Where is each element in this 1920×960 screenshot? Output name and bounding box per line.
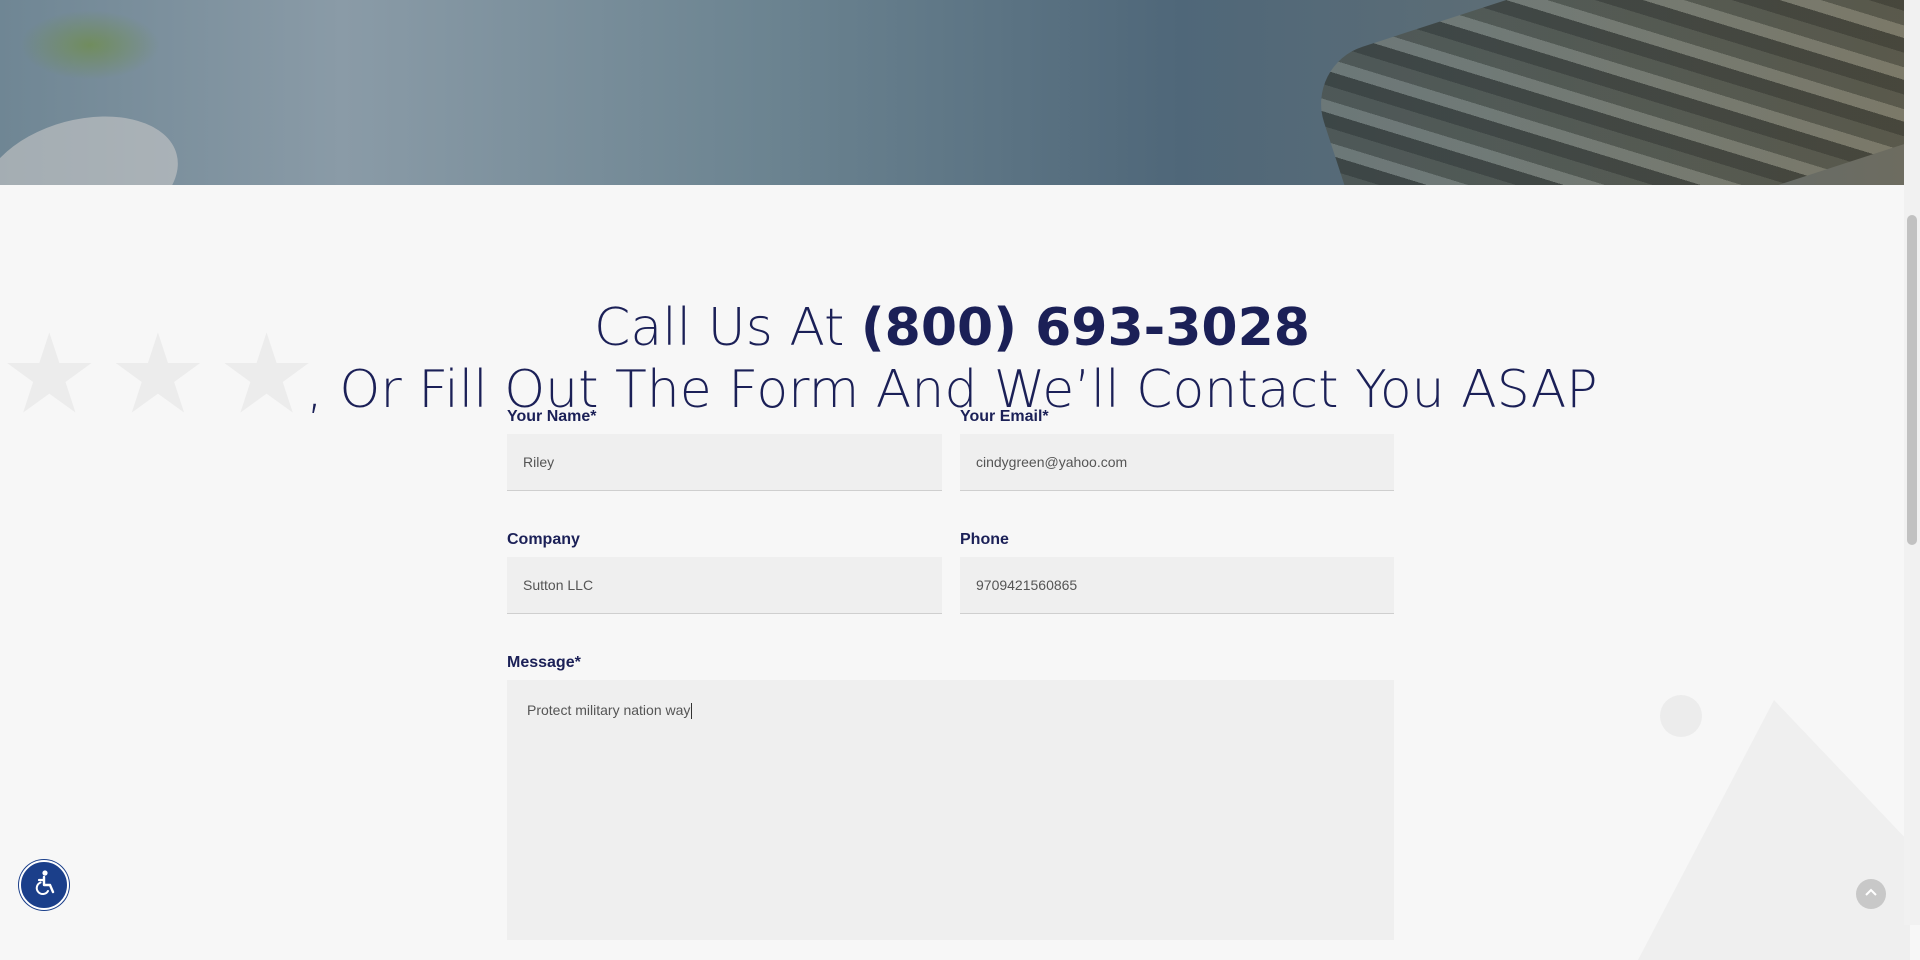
message-label-text: Message (507, 654, 575, 671)
decorative-flag-finial (1660, 695, 1702, 737)
decorative-flag (1638, 700, 1910, 960)
message-textarea-value: Protect military nation way (527, 702, 691, 718)
scroll-to-top-button[interactable] (1856, 879, 1886, 909)
name-label-text: Your Name (507, 408, 591, 425)
email-label-text: Your Email (960, 408, 1043, 425)
phone-input-value: 9709421560865 (976, 577, 1078, 593)
phone-label-text: Phone (960, 531, 1009, 548)
phone-input[interactable]: 9709421560865 (960, 557, 1394, 614)
name-label: Your Name* (507, 408, 597, 426)
phone-label: Phone (960, 531, 1009, 549)
message-label: Message* (507, 654, 581, 672)
name-input-value: Riley (523, 454, 555, 470)
accessibility-button[interactable] (19, 860, 69, 910)
email-label: Your Email* (960, 408, 1049, 426)
required-mark: * (1042, 408, 1049, 425)
hero-camo-uniform (1305, 0, 1904, 185)
hero-blur (20, 10, 160, 80)
message-textarea[interactable]: Protect military nation way (507, 680, 1394, 940)
required-mark: * (574, 654, 581, 671)
hero-banner-image (0, 0, 1904, 185)
required-mark: * (590, 408, 597, 425)
company-input[interactable]: Sutton LLC (507, 557, 942, 614)
contact-heading: Call Us At (800) 693-3028, Or Fill Out T… (0, 297, 1904, 421)
email-input-value: cindygreen@yahoo.com (976, 454, 1128, 470)
text-caret (691, 703, 693, 720)
company-input-value: Sutton LLC (523, 577, 594, 593)
heading-suffix: , Or Fill Out The Form And We’ll Contact… (306, 359, 1598, 420)
company-label-text: Company (507, 531, 580, 548)
chevron-up-icon (1865, 885, 1877, 903)
scrollbar-thumb[interactable] (1907, 215, 1917, 545)
page-scrollbar[interactable] (1904, 0, 1920, 925)
heading-phone-number: (800) 693-3028 (860, 297, 1310, 358)
heading-prefix: Call Us At (594, 297, 861, 358)
accessibility-icon (29, 868, 59, 903)
company-label: Company (507, 531, 580, 549)
name-input[interactable]: Riley (507, 434, 942, 491)
email-input[interactable]: cindygreen@yahoo.com (960, 434, 1394, 491)
hero-arm (0, 96, 193, 185)
